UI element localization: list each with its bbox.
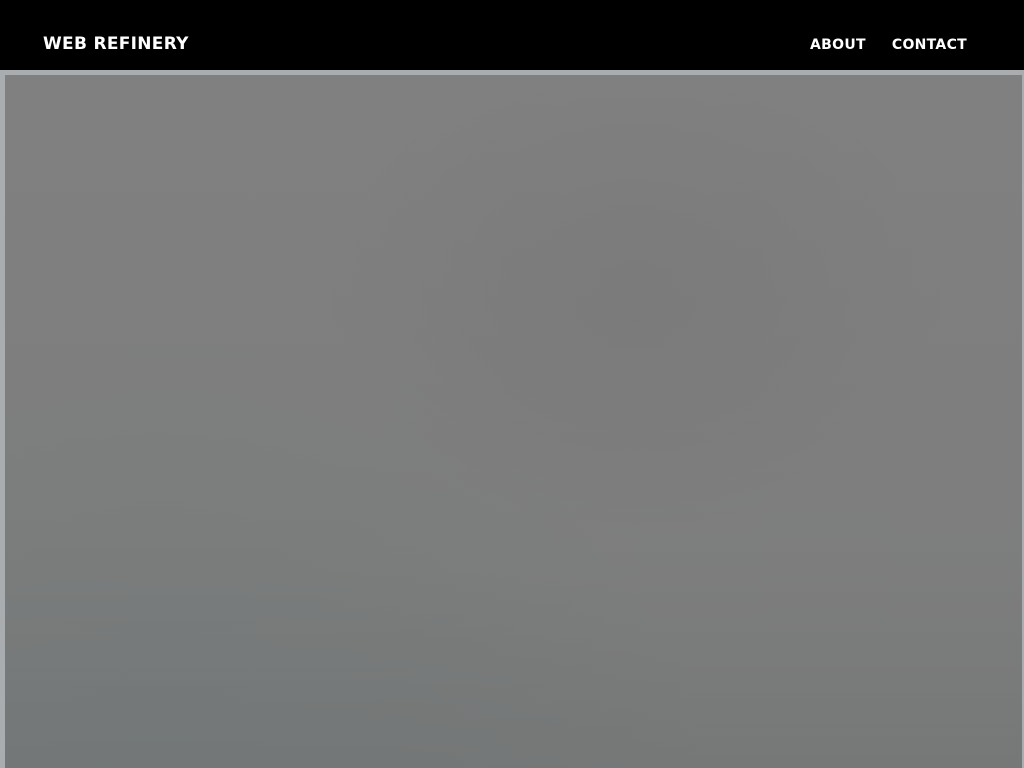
hero-image-shade	[5, 568, 1022, 768]
brand-logo-link[interactable]: WEB REFINERY	[43, 33, 189, 55]
hero-section	[0, 70, 1024, 768]
hero-image	[5, 75, 1022, 768]
site-header: WEB REFINERY ABOUT CONTACT	[0, 0, 1024, 70]
main-nav: ABOUT CONTACT	[810, 36, 967, 54]
nav-link-contact[interactable]: CONTACT	[892, 36, 967, 54]
nav-link-about[interactable]: ABOUT	[810, 36, 866, 54]
